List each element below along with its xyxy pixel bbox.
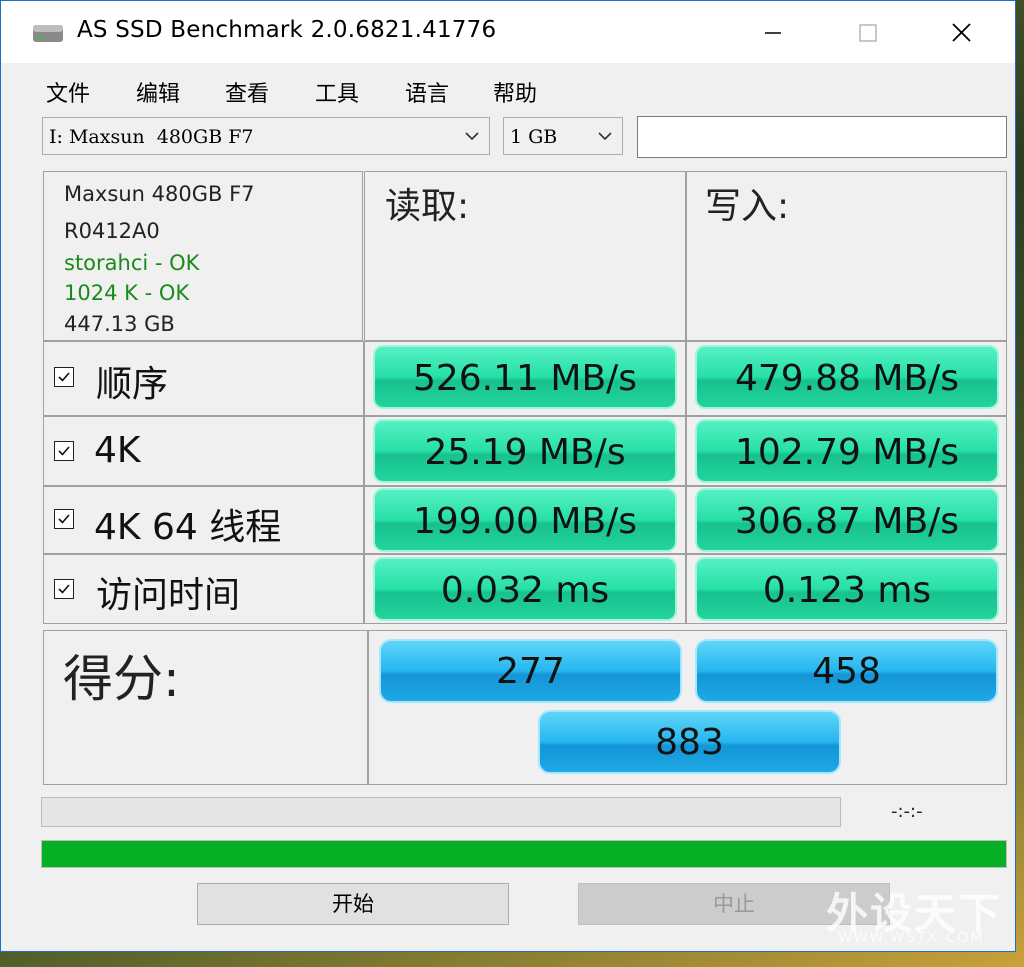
4k64-write-result: 306.87 MB/s xyxy=(695,488,999,552)
total-progress-fill xyxy=(42,841,1006,867)
access-read-result: 0.032 ms xyxy=(373,557,677,621)
total-score: 883 xyxy=(538,710,841,774)
seq-checkbox[interactable] xyxy=(54,367,74,387)
site-watermark: 外设天下 WWW.WSTX.COM xyxy=(826,880,1016,950)
drive-firmware: R0412A0 xyxy=(64,219,160,243)
read-header: 读取: xyxy=(385,186,470,227)
menu-file[interactable]: 文件 xyxy=(46,76,90,108)
minimize-icon xyxy=(765,32,781,34)
read-score: 277 xyxy=(379,639,682,703)
4k64-checkbox[interactable] xyxy=(54,509,74,529)
total-progress-bar xyxy=(41,840,1007,868)
4k-read-result: 25.19 MB/s xyxy=(373,419,677,483)
drive-icon xyxy=(33,25,63,42)
menu-view[interactable]: 查看 xyxy=(225,76,269,108)
watermark-site-text: WWW.WSTX.COM xyxy=(838,930,985,946)
4k64-read-result: 199.00 MB/s xyxy=(373,488,677,552)
maximize-button[interactable] xyxy=(845,13,891,53)
size-select-value: 1 GB xyxy=(510,126,558,148)
4k-write-result: 102.79 MB/s xyxy=(695,419,999,483)
access-checkbox[interactable] xyxy=(54,579,74,599)
text-field[interactable] xyxy=(637,116,1007,158)
write-score: 458 xyxy=(695,639,998,703)
row-seq-label-cell xyxy=(43,341,364,416)
size-select[interactable]: 1 GB xyxy=(503,117,623,155)
minimize-button[interactable] xyxy=(749,13,795,53)
row-4k-label-cell xyxy=(43,416,364,486)
menu-edit[interactable]: 编辑 xyxy=(136,76,180,108)
close-icon xyxy=(952,23,971,42)
menu-tools[interactable]: 工具 xyxy=(315,76,359,108)
access-write-result: 0.123 ms xyxy=(695,557,999,621)
seq-label: 顺序 xyxy=(96,364,169,405)
chevron-down-icon xyxy=(598,132,612,141)
checkmark-icon xyxy=(58,372,70,382)
test-progress-bar xyxy=(41,797,841,827)
window-title: AS SSD Benchmark 2.0.6821.41776 xyxy=(77,17,497,43)
menu-help[interactable]: 帮助 xyxy=(493,76,537,108)
score-label: 得分: xyxy=(63,650,180,708)
checkmark-icon xyxy=(58,446,70,456)
drive-model: Maxsun 480GB F7 xyxy=(64,182,255,206)
title-bar[interactable]: AS SSD Benchmark 2.0.6821.41776 xyxy=(1,1,1015,63)
4k-label: 4K xyxy=(94,430,141,471)
drive-select-value: I: Maxsun 480GB F7 xyxy=(49,126,254,148)
seq-write-result: 479.88 MB/s xyxy=(695,345,999,409)
alignment-status: 1024 K - OK xyxy=(64,281,190,305)
seq-read-result: 526.11 MB/s xyxy=(373,345,677,409)
app-window: AS SSD Benchmark 2.0.6821.41776 文件 编辑 查看… xyxy=(0,0,1016,952)
access-label: 访问时间 xyxy=(96,575,241,616)
4k-checkbox[interactable] xyxy=(54,441,74,461)
driver-status: storahci - OK xyxy=(64,251,200,275)
checkmark-icon xyxy=(58,514,70,524)
close-button[interactable] xyxy=(939,13,985,53)
checkmark-icon xyxy=(58,584,70,594)
4k64-label: 4K 64 线程 xyxy=(94,507,282,548)
start-button[interactable]: 开始 xyxy=(197,883,509,925)
drive-select[interactable]: I: Maxsun 480GB F7 xyxy=(42,117,490,155)
write-header: 写入: xyxy=(705,186,790,227)
menu-language[interactable]: 语言 xyxy=(405,76,449,108)
elapsed-timer: -:-:- xyxy=(891,801,923,822)
chevron-down-icon xyxy=(465,132,479,141)
drive-capacity: 447.13 GB xyxy=(64,312,175,336)
maximize-icon xyxy=(859,24,877,42)
